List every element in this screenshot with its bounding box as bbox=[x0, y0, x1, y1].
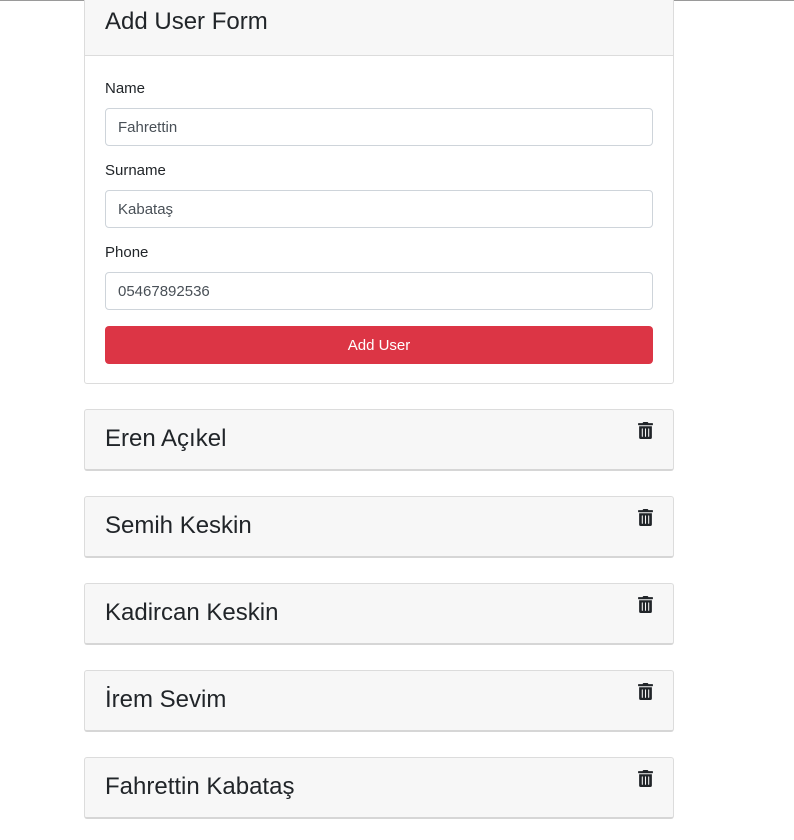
user-card: İrem Sevim bbox=[84, 670, 674, 732]
name-group: Name bbox=[105, 80, 653, 146]
user-card: Kadircan Keskin bbox=[84, 583, 674, 645]
user-name: Kadircan Keskin bbox=[105, 599, 279, 626]
phone-label: Phone bbox=[105, 244, 149, 261]
phone-group: Phone bbox=[105, 244, 653, 310]
user-name: Eren Açıkel bbox=[105, 425, 227, 452]
form-title: Add User Form bbox=[105, 8, 268, 35]
trash-icon[interactable] bbox=[638, 770, 653, 787]
add-user-button[interactable]: Add User bbox=[105, 326, 653, 364]
user-name: Semih Keskin bbox=[105, 512, 252, 539]
phone-input[interactable] bbox=[105, 272, 653, 310]
surname-group: Surname bbox=[105, 162, 653, 228]
form-header: Add User Form bbox=[85, 0, 673, 56]
form-body: Name Surname Phone Add User bbox=[85, 56, 673, 383]
trash-icon[interactable] bbox=[638, 509, 653, 526]
trash-icon[interactable] bbox=[638, 596, 653, 613]
name-label: Name bbox=[105, 80, 146, 97]
user-card: Eren Açıkel bbox=[84, 409, 674, 471]
user-name: Fahrettin Kabataş bbox=[105, 773, 295, 800]
user-card: Semih Keskin bbox=[84, 496, 674, 558]
name-input[interactable] bbox=[105, 108, 653, 146]
user-name: İrem Sevim bbox=[105, 686, 227, 713]
trash-icon[interactable] bbox=[638, 422, 653, 439]
user-card: Fahrettin Kabataş bbox=[84, 757, 674, 819]
surname-input[interactable] bbox=[105, 190, 653, 228]
add-user-form-card: Add User Form Name Surname Phone Add Use… bbox=[84, 0, 674, 384]
trash-icon[interactable] bbox=[638, 683, 653, 700]
surname-label: Surname bbox=[105, 162, 166, 179]
main-container: Add User Form Name Surname Phone Add Use… bbox=[84, 0, 674, 819]
